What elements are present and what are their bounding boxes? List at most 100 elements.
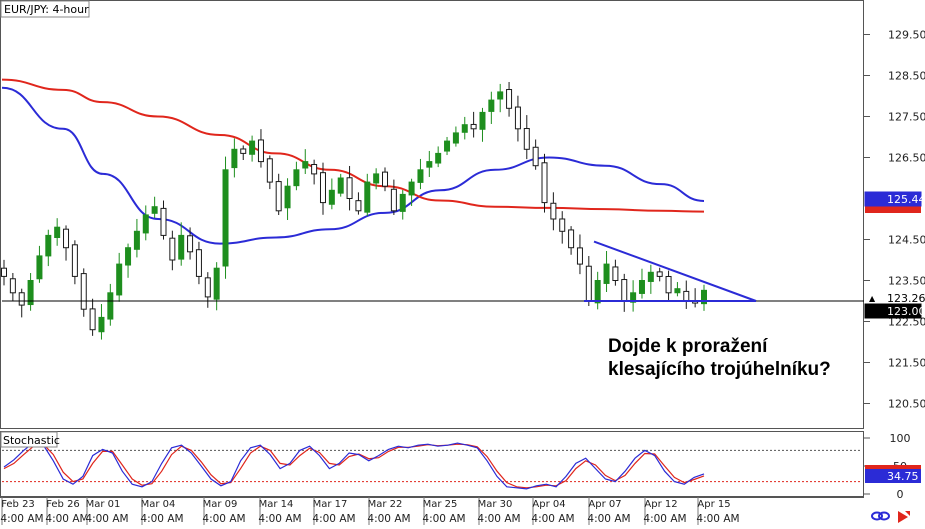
- time-label: 4:00 AM: [696, 513, 739, 525]
- candle-body: [576, 247, 583, 265]
- chart-canvas[interactable]: 129.50128.50127.50126.50124.50123.50122.…: [0, 0, 925, 525]
- candle-body: [231, 148, 238, 169]
- date-label: Apr 15: [697, 499, 730, 510]
- date-label: Mar 14: [259, 499, 294, 510]
- price-tick-label: 120.50: [888, 398, 925, 411]
- candle-body: [249, 140, 256, 155]
- candle-body: [71, 244, 78, 277]
- stochastic-oscillator: 10050034.75: [2, 432, 921, 501]
- price-tick-label: 126.50: [888, 152, 925, 165]
- link-icon[interactable]: [871, 511, 890, 521]
- candle-body: [151, 206, 158, 214]
- candle-body: [284, 185, 291, 209]
- candle-body: [9, 278, 16, 294]
- stochastic-label: Stochastic: [3, 434, 60, 447]
- candle-body: [169, 237, 176, 261]
- date-axis-labels: Feb 234:00 AMFeb 264:00 AMMar 014:00 AMM…: [0, 497, 740, 525]
- chart-title: EUR/JPY: 4-hour: [4, 3, 89, 16]
- time-label: 4:00 AM: [477, 513, 520, 525]
- chart-annotation: Dojde k proražení klesajícího trojúhelní…: [608, 335, 868, 381]
- candle-body: [107, 292, 114, 320]
- time-label: 4:00 AM: [85, 513, 128, 525]
- candle-body: [550, 202, 557, 220]
- stochastic-tick-label: 0: [897, 488, 904, 501]
- candle-body: [674, 288, 681, 294]
- candle-body: [514, 106, 521, 130]
- candle-body: [98, 316, 105, 333]
- date-label: Mar 09: [203, 499, 238, 510]
- red-moving-average-line: [1, 78, 705, 213]
- price-axis-badges: 125.44 123.26 ▲ 123.00: [864, 191, 925, 319]
- candle-body: [568, 229, 575, 249]
- candle-body: [142, 214, 149, 234]
- candle-body: [222, 169, 229, 267]
- price-axis-ticks: 129.50128.50127.50126.50124.50123.50122.…: [864, 29, 925, 411]
- time-label: 4:00 AM: [367, 513, 410, 525]
- candle-body: [116, 263, 123, 296]
- candle-body: [328, 189, 335, 205]
- candle-body: [80, 273, 87, 310]
- price-tick-label: 128.50: [888, 70, 925, 83]
- price-badge-label: 123.26: [887, 292, 925, 305]
- date-label: Mar 04: [141, 499, 176, 510]
- price-tick-label: 124.50: [888, 234, 925, 247]
- candle-body: [63, 228, 70, 249]
- candle-body: [594, 280, 601, 304]
- candle-body: [257, 139, 264, 163]
- candle-body: [355, 200, 362, 212]
- candle-body: [417, 169, 424, 183]
- candle-body: [178, 234, 185, 260]
- candle-body: [585, 265, 592, 302]
- candle-body: [497, 91, 504, 100]
- candle-body: [638, 280, 645, 294]
- candle-body: [364, 181, 371, 213]
- candle-body: [275, 181, 282, 212]
- date-label: Mar 17: [313, 499, 348, 510]
- fxcm-logo-icon: [898, 511, 910, 523]
- date-label: Mar 25: [423, 499, 458, 510]
- candle-body: [603, 263, 610, 284]
- candle-body: [647, 271, 654, 282]
- time-label: 4:00 AM: [140, 513, 183, 525]
- candle-body: [683, 290, 690, 302]
- annotation-line-1: Dojde k proražení: [608, 336, 768, 357]
- date-label: Apr 07: [588, 499, 621, 510]
- candle-body: [302, 161, 309, 169]
- candle-body: [426, 161, 433, 168]
- time-label: 4:00 AM: [643, 513, 686, 525]
- candle-body: [470, 123, 477, 130]
- candle-body: [382, 171, 389, 187]
- date-label: Feb 23: [1, 499, 35, 510]
- moving-averages: [1, 78, 705, 245]
- candle-body: [240, 148, 247, 154]
- price-tick-label: 123.50: [888, 275, 925, 288]
- candle-body: [266, 158, 273, 183]
- candle-body: [532, 146, 539, 167]
- candle-body: [36, 255, 43, 280]
- date-label: Apr 04: [532, 499, 565, 510]
- stochastic-badge-label: 34.75: [887, 470, 919, 483]
- blue-moving-average-line: [1, 86, 705, 245]
- date-label: Mar 01: [86, 499, 121, 510]
- time-label: 4:00 AM: [0, 513, 43, 525]
- price-tick-label: 127.50: [888, 111, 925, 124]
- date-label: Feb 26: [46, 499, 80, 510]
- candle-body: [541, 162, 548, 204]
- candle-body: [665, 275, 672, 294]
- up-arrow-icon: ▲: [869, 294, 876, 303]
- time-label: 4:00 AM: [531, 513, 574, 525]
- date-label: Mar 22: [368, 499, 403, 510]
- candle-body: [452, 132, 459, 144]
- candle-body: [89, 308, 96, 331]
- time-label: 4:00 AM: [45, 513, 88, 525]
- price-badge-label: 123.00: [887, 305, 925, 318]
- time-label: 4:00 AM: [422, 513, 465, 525]
- candle-body: [506, 89, 513, 109]
- candle-body: [461, 124, 468, 133]
- candle-body: [187, 235, 194, 253]
- candle-body: [1, 267, 7, 277]
- candle-body: [373, 173, 380, 184]
- date-label: Apr 12: [644, 499, 677, 510]
- candle-body: [390, 188, 397, 212]
- candle-body: [18, 292, 25, 306]
